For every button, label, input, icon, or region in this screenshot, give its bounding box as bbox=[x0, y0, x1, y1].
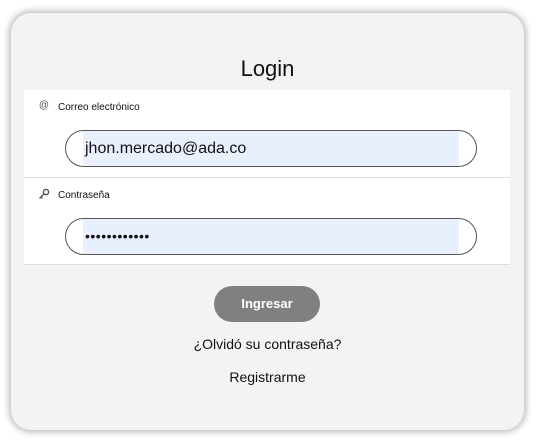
fields-bottom-divider bbox=[24, 264, 510, 265]
password-value: •••••••••••• bbox=[85, 228, 150, 244]
email-field[interactable]: jhon.mercado@ada.co bbox=[65, 130, 477, 167]
email-value: jhon.mercado@ada.co bbox=[85, 140, 247, 157]
login-card: Login @ Correo electrónico jhon.mercado@… bbox=[11, 13, 524, 430]
login-submit-button[interactable]: Ingresar bbox=[214, 286, 320, 322]
page-title: Login bbox=[240, 56, 295, 81]
password-field-group: Contraseña •••••••••••• bbox=[24, 178, 510, 265]
password-label: Contraseña bbox=[58, 190, 110, 201]
email-label: Correo electrónico bbox=[58, 102, 140, 113]
fields-panel: @ Correo electrónico jhon.mercado@ada.co… bbox=[24, 90, 510, 265]
email-field-group: @ Correo electrónico jhon.mercado@ada.co bbox=[24, 90, 510, 177]
register-link[interactable]: Registrarme bbox=[11, 369, 524, 385]
at-icon: @ bbox=[38, 100, 50, 111]
password-field[interactable]: •••••••••••• bbox=[65, 218, 477, 255]
key-icon bbox=[38, 188, 50, 200]
forgot-password-link[interactable]: ¿Olvidó su contraseña? bbox=[11, 336, 524, 352]
